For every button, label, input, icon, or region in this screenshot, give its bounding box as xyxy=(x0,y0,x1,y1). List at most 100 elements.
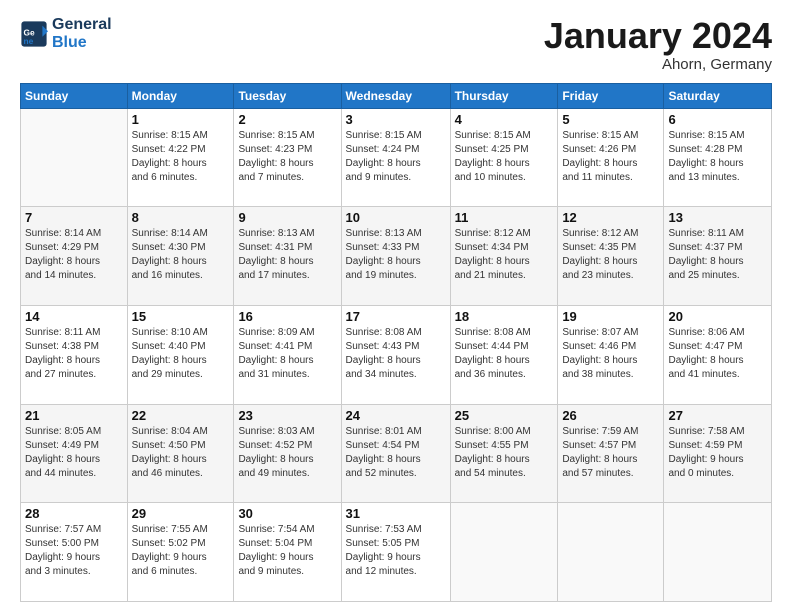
day-number: 23 xyxy=(238,408,336,423)
day-info: Sunrise: 8:13 AM Sunset: 4:33 PM Dayligh… xyxy=(346,227,446,283)
calendar-cell xyxy=(450,503,558,602)
day-info: Sunrise: 8:15 AM Sunset: 4:26 PM Dayligh… xyxy=(562,129,659,185)
calendar-table: SundayMondayTuesdayWednesdayThursdayFrid… xyxy=(20,83,772,602)
day-info: Sunrise: 8:03 AM Sunset: 4:52 PM Dayligh… xyxy=(238,425,336,481)
day-number: 18 xyxy=(455,309,554,324)
day-number: 9 xyxy=(238,210,336,225)
day-number: 7 xyxy=(25,210,123,225)
logo-text-general: General xyxy=(52,16,112,34)
day-info: Sunrise: 7:53 AM Sunset: 5:05 PM Dayligh… xyxy=(346,523,446,579)
day-number: 2 xyxy=(238,112,336,127)
calendar-cell: 4Sunrise: 8:15 AM Sunset: 4:25 PM Daylig… xyxy=(450,108,558,207)
day-info: Sunrise: 8:04 AM Sunset: 4:50 PM Dayligh… xyxy=(132,425,230,481)
day-number: 8 xyxy=(132,210,230,225)
calendar-cell: 31 Sunrise: 7:53 AM Sunset: 5:05 PM Dayli… xyxy=(341,503,450,602)
calendar-cell: 5 Sunrise: 8:15 AM Sunset: 4:26 PM Daylig… xyxy=(558,108,664,207)
weekday-header: Sunday xyxy=(21,83,128,108)
calendar-cell: 3Sunrise: 8:15 AM Sunset: 4:24 PM Daylig… xyxy=(341,108,450,207)
calendar-week-row: 28 Sunrise: 7:57 AM Sunset: 5:00 PM Dayli… xyxy=(21,503,772,602)
logo-text-blue: Blue xyxy=(52,34,112,52)
calendar-cell: 30 Sunrise: 7:54 AM Sunset: 5:04 PM Dayli… xyxy=(234,503,341,602)
calendar-cell: 11 Sunrise: 8:12 AM Sunset: 4:34 PM Dayli… xyxy=(450,207,558,306)
calendar-cell xyxy=(558,503,664,602)
day-number: 10 xyxy=(346,210,446,225)
day-number: 28 xyxy=(25,506,123,521)
day-info: Sunrise: 8:06 AM Sunset: 4:47 PM Dayligh… xyxy=(668,326,767,382)
calendar-cell: 29Sunrise: 7:55 AM Sunset: 5:02 PM Dayli… xyxy=(127,503,234,602)
day-number: 22 xyxy=(132,408,230,423)
day-number: 12 xyxy=(562,210,659,225)
weekday-header: Saturday xyxy=(664,83,772,108)
calendar-cell: 22 Sunrise: 8:04 AM Sunset: 4:50 PM Dayli… xyxy=(127,404,234,503)
calendar-week-row: 7 Sunrise: 8:14 AM Sunset: 4:29 PM Daylig… xyxy=(21,207,772,306)
calendar-cell: 16Sunrise: 8:09 AM Sunset: 4:41 PM Dayli… xyxy=(234,305,341,404)
calendar-cell: 6 Sunrise: 8:15 AM Sunset: 4:28 PM Daylig… xyxy=(664,108,772,207)
day-number: 13 xyxy=(668,210,767,225)
calendar-cell: 2 Sunrise: 8:15 AM Sunset: 4:23 PM Daylig… xyxy=(234,108,341,207)
day-info: Sunrise: 8:12 AM Sunset: 4:34 PM Dayligh… xyxy=(455,227,554,283)
day-number: 24 xyxy=(346,408,446,423)
day-number: 20 xyxy=(668,309,767,324)
day-info: Sunrise: 8:13 AM Sunset: 4:31 PM Dayligh… xyxy=(238,227,336,283)
day-info: Sunrise: 8:15 AM Sunset: 4:28 PM Dayligh… xyxy=(668,129,767,185)
calendar-cell: 10 Sunrise: 8:13 AM Sunset: 4:33 PM Dayli… xyxy=(341,207,450,306)
calendar-cell: 20 Sunrise: 8:06 AM Sunset: 4:47 PM Dayli… xyxy=(664,305,772,404)
day-number: 30 xyxy=(238,506,336,521)
calendar-week-row: 1 Sunrise: 8:15 AM Sunset: 4:22 PM Daylig… xyxy=(21,108,772,207)
day-number: 6 xyxy=(668,112,767,127)
day-number: 17 xyxy=(346,309,446,324)
day-number: 26 xyxy=(562,408,659,423)
logo: Ge ne General Blue xyxy=(20,16,112,53)
day-number: 5 xyxy=(562,112,659,127)
day-number: 4 xyxy=(455,112,554,127)
day-info: Sunrise: 7:59 AM Sunset: 4:57 PM Dayligh… xyxy=(562,425,659,481)
calendar-cell: 1 Sunrise: 8:15 AM Sunset: 4:22 PM Daylig… xyxy=(127,108,234,207)
calendar-cell: 21 Sunrise: 8:05 AM Sunset: 4:49 PM Dayli… xyxy=(21,404,128,503)
title-block: January 2024 Ahorn, Germany xyxy=(544,16,772,73)
calendar-cell: 23 Sunrise: 8:03 AM Sunset: 4:52 PM Dayli… xyxy=(234,404,341,503)
day-info: Sunrise: 8:08 AM Sunset: 4:44 PM Dayligh… xyxy=(455,326,554,382)
day-number: 15 xyxy=(132,309,230,324)
calendar-cell: 14Sunrise: 8:11 AM Sunset: 4:38 PM Dayli… xyxy=(21,305,128,404)
day-info: Sunrise: 7:54 AM Sunset: 5:04 PM Dayligh… xyxy=(238,523,336,579)
day-info: Sunrise: 7:58 AM Sunset: 4:59 PM Dayligh… xyxy=(668,425,767,481)
svg-text:ne: ne xyxy=(24,36,34,46)
day-number: 11 xyxy=(455,210,554,225)
day-number: 19 xyxy=(562,309,659,324)
page-subtitle: Ahorn, Germany xyxy=(544,56,772,73)
day-number: 31 xyxy=(346,506,446,521)
day-info: Sunrise: 8:07 AM Sunset: 4:46 PM Dayligh… xyxy=(562,326,659,382)
day-info: Sunrise: 8:14 AM Sunset: 4:30 PM Dayligh… xyxy=(132,227,230,283)
day-number: 1 xyxy=(132,112,230,127)
calendar-cell: 9 Sunrise: 8:13 AM Sunset: 4:31 PM Daylig… xyxy=(234,207,341,306)
calendar-week-row: 14Sunrise: 8:11 AM Sunset: 4:38 PM Dayli… xyxy=(21,305,772,404)
calendar-cell: 12Sunrise: 8:12 AM Sunset: 4:35 PM Dayli… xyxy=(558,207,664,306)
calendar-cell: 28 Sunrise: 7:57 AM Sunset: 5:00 PM Dayli… xyxy=(21,503,128,602)
day-info: Sunrise: 7:57 AM Sunset: 5:00 PM Dayligh… xyxy=(25,523,123,579)
day-info: Sunrise: 8:11 AM Sunset: 4:37 PM Dayligh… xyxy=(668,227,767,283)
calendar-cell: 27 Sunrise: 7:58 AM Sunset: 4:59 PM Dayli… xyxy=(664,404,772,503)
weekday-header: Wednesday xyxy=(341,83,450,108)
day-info: Sunrise: 8:09 AM Sunset: 4:41 PM Dayligh… xyxy=(238,326,336,382)
calendar-cell: 19 Sunrise: 8:07 AM Sunset: 4:46 PM Dayli… xyxy=(558,305,664,404)
page-title: January 2024 xyxy=(544,16,772,56)
weekday-header: Thursday xyxy=(450,83,558,108)
day-number: 27 xyxy=(668,408,767,423)
calendar-week-row: 21 Sunrise: 8:05 AM Sunset: 4:49 PM Dayli… xyxy=(21,404,772,503)
day-number: 21 xyxy=(25,408,123,423)
day-info: Sunrise: 8:15 AM Sunset: 4:22 PM Dayligh… xyxy=(132,129,230,185)
day-info: Sunrise: 8:08 AM Sunset: 4:43 PM Dayligh… xyxy=(346,326,446,382)
weekday-header: Tuesday xyxy=(234,83,341,108)
day-number: 25 xyxy=(455,408,554,423)
calendar-cell: 26 Sunrise: 7:59 AM Sunset: 4:57 PM Dayli… xyxy=(558,404,664,503)
calendar-cell: 18 Sunrise: 8:08 AM Sunset: 4:44 PM Dayli… xyxy=(450,305,558,404)
calendar-cell: 15Sunrise: 8:10 AM Sunset: 4:40 PM Dayli… xyxy=(127,305,234,404)
day-info: Sunrise: 8:15 AM Sunset: 4:23 PM Dayligh… xyxy=(238,129,336,185)
calendar-cell: 25Sunrise: 8:00 AM Sunset: 4:55 PM Dayli… xyxy=(450,404,558,503)
weekday-header: Friday xyxy=(558,83,664,108)
day-number: 3 xyxy=(346,112,446,127)
day-info: Sunrise: 8:05 AM Sunset: 4:49 PM Dayligh… xyxy=(25,425,123,481)
calendar-cell xyxy=(664,503,772,602)
day-info: Sunrise: 8:14 AM Sunset: 4:29 PM Dayligh… xyxy=(25,227,123,283)
calendar-cell: 8 Sunrise: 8:14 AM Sunset: 4:30 PM Daylig… xyxy=(127,207,234,306)
